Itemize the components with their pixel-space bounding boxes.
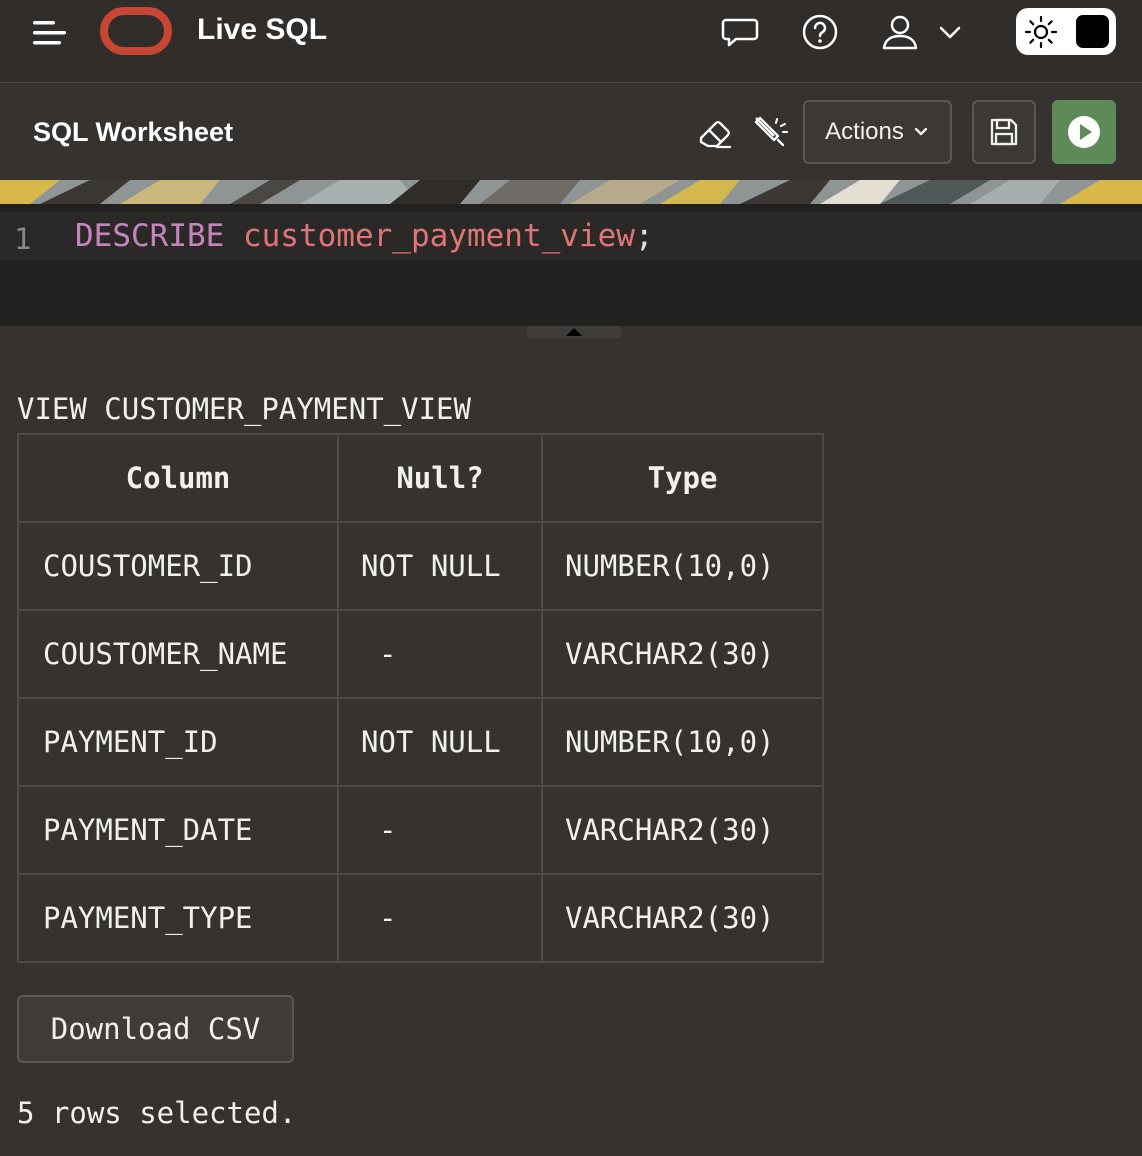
download-csv-button[interactable]: Download CSV <box>17 995 294 1063</box>
line-number: 1 <box>14 222 32 256</box>
table-cell: VARCHAR2(30) <box>541 873 824 963</box>
sql-editor[interactable]: 1 DESCRIBE customer_payment_view; <box>0 204 1142 324</box>
format-icon[interactable] <box>752 114 790 152</box>
table-cell: VARCHAR2(30) <box>541 609 824 699</box>
code-line[interactable]: DESCRIBE customer_payment_view; <box>62 212 1142 260</box>
rows-selected-message: 5 rows selected. <box>17 1096 297 1130</box>
column-header: Type <box>541 433 824 523</box>
table-cell: NUMBER(10,0) <box>541 697 824 787</box>
table-cell: PAYMENT_TYPE <box>17 873 339 963</box>
table-cell: COUSTOMER_NAME <box>17 609 339 699</box>
table-header-row: Column Null? Type <box>17 433 824 523</box>
save-icon <box>990 118 1018 146</box>
pane-splitter <box>0 324 1142 340</box>
run-icon <box>1068 116 1100 148</box>
table-cell: NOT NULL <box>337 697 543 787</box>
table-cell: - <box>337 609 543 699</box>
table-row: PAYMENT_DATE - VARCHAR2(30) <box>17 785 824 875</box>
table-cell: VARCHAR2(30) <box>541 785 824 875</box>
result-title: VIEW CUSTOMER_PAYMENT_VIEW <box>17 392 471 426</box>
line-gutter: 1 <box>0 212 62 260</box>
describe-table: Column Null? Type COUSTOMER_ID NOT NULL … <box>17 433 824 963</box>
table-cell: PAYMENT_DATE <box>17 785 339 875</box>
table-cell: COUSTOMER_ID <box>17 521 339 611</box>
splitter-handle[interactable] <box>527 326 621 338</box>
sql-keyword: DESCRIBE <box>75 218 225 254</box>
table-cell: NUMBER(10,0) <box>541 521 824 611</box>
top-header: Live SQL <box>0 0 1142 83</box>
chevron-down-icon[interactable] <box>933 17 967 47</box>
sun-icon <box>1024 15 1058 49</box>
oracle-logo[interactable] <box>100 7 172 55</box>
table-row: COUSTOMER_NAME - VARCHAR2(30) <box>17 609 824 699</box>
chevron-down-icon <box>914 127 928 136</box>
table-cell: NOT NULL <box>337 521 543 611</box>
table-cell: - <box>337 873 543 963</box>
table-cell: PAYMENT_ID <box>17 697 339 787</box>
feedback-icon[interactable] <box>720 12 760 52</box>
sql-identifier: customer_payment_view <box>242 218 635 254</box>
table-cell: - <box>337 785 543 875</box>
user-icon[interactable] <box>880 12 920 52</box>
help-icon[interactable] <box>800 12 840 52</box>
decorative-banner <box>0 180 1142 204</box>
run-button[interactable] <box>1052 100 1116 164</box>
worksheet-toolbar: SQL Worksheet Actions <box>0 84 1142 180</box>
dark-mode-icon <box>1076 15 1109 48</box>
table-row: COUSTOMER_ID NOT NULL NUMBER(10,0) <box>17 521 824 611</box>
actions-label: Actions <box>825 118 904 145</box>
menu-icon[interactable] <box>32 18 68 48</box>
app-title: Live SQL <box>197 13 328 46</box>
sql-terminator: ; <box>634 218 654 254</box>
table-row: PAYMENT_TYPE - VARCHAR2(30) <box>17 873 824 963</box>
worksheet-title: SQL Worksheet <box>33 117 234 147</box>
actions-button[interactable]: Actions <box>803 100 952 164</box>
column-header: Column <box>17 433 339 523</box>
save-button[interactable] <box>972 100 1036 164</box>
theme-toggle[interactable] <box>1016 8 1116 55</box>
eraser-icon[interactable] <box>696 114 734 152</box>
table-row: PAYMENT_ID NOT NULL NUMBER(10,0) <box>17 697 824 787</box>
column-header: Null? <box>337 433 543 523</box>
